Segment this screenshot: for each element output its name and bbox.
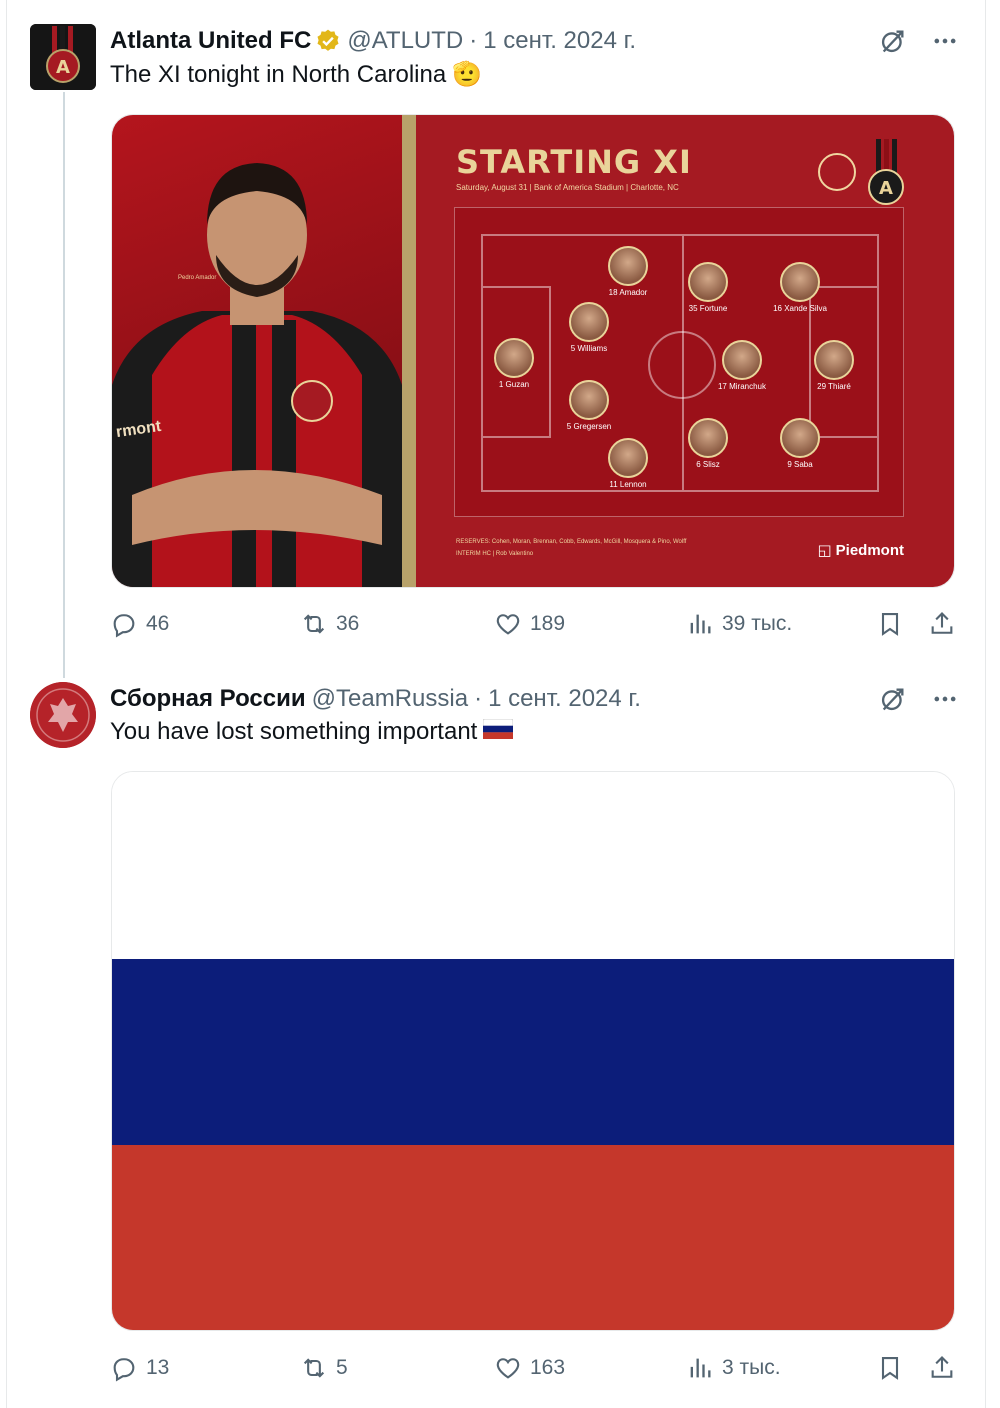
tweet-header: Сборная России @TeamRussia · 1 сент. 202…: [110, 682, 641, 716]
share-icon: [931, 612, 953, 634]
player-card: 18 Amador: [593, 246, 663, 297]
bookmark-button[interactable]: [876, 1354, 904, 1382]
like-icon: [496, 1358, 520, 1379]
bookmark-icon: [881, 1357, 899, 1380]
flag-white-stripe: [112, 772, 954, 959]
tweet-text: The XI tonight in North Carolina 🫡: [110, 60, 482, 89]
views-icon: [690, 1358, 711, 1378]
retweet-button[interactable]: 36: [300, 610, 359, 638]
views-count: 3 тыс.: [722, 1356, 781, 1379]
separator-dot: ·: [474, 685, 483, 712]
reply-icon: [113, 614, 135, 638]
tweet-header-actions: [878, 684, 960, 714]
tweet-date[interactable]: 1 сент. 2024 г.: [483, 27, 636, 55]
saluting-face-emoji: 🫡: [452, 61, 483, 88]
like-count: 163: [530, 1356, 566, 1379]
grok-icon[interactable]: [878, 684, 908, 714]
tweet-date[interactable]: 1 сент. 2024 г.: [488, 685, 641, 713]
reserves-line: RESERVES: Cohen, Moran, Brennan, Cobb, E…: [456, 539, 687, 545]
sponsor-name: Piedmont: [835, 541, 904, 559]
views-count: 39 тыс.: [722, 612, 793, 635]
pitch-diagram: 1 Guzan 5 Williams 5 Gregersen 11 Lennon…: [454, 207, 904, 517]
player-card: 5 Williams: [554, 302, 624, 353]
retweet-button[interactable]: 5: [300, 1354, 348, 1382]
gold-divider-stripe: [402, 115, 416, 587]
like-count: 189: [530, 612, 566, 635]
tweet-team-russia[interactable]: Сборная России @TeamRussia · 1 сент. 202…: [0, 660, 1000, 1408]
retweet-count: 5: [336, 1356, 348, 1379]
lineup-panel: STARTING XI Saturday, August 31 | Bank o…: [416, 115, 954, 587]
tweet-action-bar: 13 5 163 3 тыс.: [110, 1354, 958, 1388]
tweet-text-content: The XI tonight in North Carolina: [110, 60, 447, 88]
player-card: 35 Fortune: [673, 262, 743, 313]
author-name[interactable]: Atlanta United FC: [110, 27, 311, 55]
author-handle[interactable]: @ATLUTD: [347, 27, 463, 55]
sponsor-logo: ◱ Piedmont: [817, 541, 904, 560]
flag-red-stripe: [112, 1145, 954, 1330]
share-icon: [931, 1356, 953, 1378]
player-card: 9 Saba: [765, 418, 835, 469]
interim-coach-line: INTERIM HC | Rob Valentino: [456, 551, 534, 557]
reply-count: 46: [146, 612, 170, 635]
graphic-title: STARTING XI: [456, 143, 692, 181]
atlanta-crest-icon: A: [868, 139, 904, 205]
share-button[interactable]: [928, 610, 956, 638]
retweet-count: 36: [336, 612, 360, 635]
svg-text:A: A: [56, 57, 70, 78]
views-icon: [690, 614, 711, 634]
player-card: 6 Slisz: [673, 418, 743, 469]
tweet-image-starting-xi[interactable]: Pedro Amador rmont STARTING XI Saturday,…: [111, 114, 955, 588]
tweet-atlanta-united[interactable]: A Atlanta United FC @ATLUTD · 1 сент. 20…: [0, 0, 1000, 660]
tweet-header-actions: [878, 26, 960, 56]
tweet-image-russian-flag[interactable]: [111, 771, 955, 1331]
like-icon: [496, 614, 520, 635]
reply-button[interactable]: 46: [110, 610, 169, 638]
featured-player-photo: Pedro Amador rmont: [112, 115, 402, 587]
graphic-subtitle: Saturday, August 31 | Bank of America St…: [456, 183, 679, 192]
author-name[interactable]: Сборная России: [110, 685, 306, 713]
russia-flag-emoji: [482, 718, 514, 746]
player-card: 29 Thiaré: [799, 340, 869, 391]
flag-blue-stripe: [112, 959, 954, 1145]
separator-dot: ·: [469, 27, 478, 54]
avatar[interactable]: [30, 682, 96, 748]
more-icon[interactable]: [930, 684, 960, 714]
like-button[interactable]: 163: [494, 1354, 565, 1382]
reply-count: 13: [146, 1356, 170, 1379]
tweet-header: Atlanta United FC @ATLUTD · 1 сент. 2024…: [110, 24, 636, 58]
share-button[interactable]: [928, 1354, 956, 1382]
retweet-icon: [303, 1358, 325, 1378]
retweet-icon: [303, 614, 325, 634]
like-button[interactable]: 189: [494, 610, 565, 638]
player-card: 11 Lennon: [593, 438, 663, 489]
views-button[interactable]: 39 тыс.: [686, 610, 792, 638]
tweet-action-bar: 46 36 189 39 тыс.: [110, 610, 958, 644]
reply-icon: [113, 1358, 135, 1382]
player-card: 5 Gregersen: [554, 380, 624, 431]
verified-badge-icon: [315, 28, 341, 54]
sponsor-icon: ◱: [817, 542, 832, 559]
svg-text:A: A: [879, 178, 893, 199]
featured-player-name: Pedro Amador: [178, 275, 217, 281]
grok-icon[interactable]: [878, 26, 908, 56]
author-handle[interactable]: @TeamRussia: [312, 685, 468, 713]
more-icon[interactable]: [930, 26, 960, 56]
bookmark-icon: [881, 613, 899, 636]
bookmark-button[interactable]: [876, 610, 904, 638]
reply-button[interactable]: 13: [110, 1354, 169, 1382]
tweet-text-content: You have lost something important: [110, 718, 478, 745]
views-button[interactable]: 3 тыс.: [686, 1354, 781, 1382]
avatar[interactable]: A: [30, 24, 96, 90]
opponent-crest-icon: [818, 153, 856, 191]
player-card: 17 Miranchuk: [707, 340, 777, 391]
tweet-text: You have lost something important: [110, 718, 514, 746]
player-card: 1 Guzan: [479, 338, 549, 389]
player-card: 16 Xande Silva: [765, 262, 835, 313]
